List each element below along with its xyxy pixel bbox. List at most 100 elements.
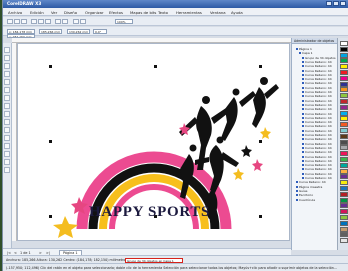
color-swatch[interactable] bbox=[340, 180, 348, 186]
fill-tool-icon[interactable] bbox=[4, 159, 10, 165]
open-folder-icon[interactable] bbox=[14, 19, 20, 24]
menu-ayuda[interactable]: Ayuda bbox=[231, 10, 243, 15]
visibility-checkbox[interactable] bbox=[302, 82, 304, 85]
color-swatch[interactable] bbox=[340, 168, 348, 174]
visibility-checkbox[interactable] bbox=[302, 73, 304, 76]
color-swatch[interactable] bbox=[340, 203, 348, 209]
color-swatch[interactable] bbox=[340, 186, 348, 191]
color-swatch[interactable] bbox=[340, 220, 348, 226]
visibility-checkbox[interactable] bbox=[302, 112, 304, 115]
color-swatch[interactable] bbox=[340, 46, 348, 52]
color-swatch[interactable] bbox=[340, 87, 348, 93]
color-swatch[interactable] bbox=[340, 75, 348, 81]
color-swatch[interactable] bbox=[340, 58, 348, 64]
visibility-checkbox[interactable] bbox=[302, 65, 304, 68]
menu-archivo[interactable]: Archivo bbox=[8, 10, 22, 15]
visibility-checkbox[interactable] bbox=[302, 159, 304, 162]
visibility-checkbox[interactable] bbox=[302, 86, 304, 89]
redo-icon[interactable] bbox=[62, 19, 68, 24]
visibility-checkbox[interactable] bbox=[302, 69, 304, 72]
visibility-checkbox[interactable] bbox=[296, 181, 298, 184]
color-swatch[interactable] bbox=[340, 104, 348, 110]
visibility-checkbox[interactable] bbox=[302, 103, 304, 106]
visibility-checkbox[interactable] bbox=[299, 52, 301, 55]
ellipse-tool-icon[interactable] bbox=[4, 103, 10, 109]
close-button[interactable] bbox=[340, 1, 346, 6]
visibility-checkbox[interactable] bbox=[302, 125, 304, 128]
menu-efectos[interactable]: Efectos bbox=[109, 10, 123, 15]
visibility-checkbox[interactable] bbox=[302, 99, 304, 102]
undo-icon[interactable] bbox=[55, 19, 61, 24]
color-swatch[interactable] bbox=[340, 174, 348, 180]
visibility-checkbox[interactable] bbox=[302, 142, 304, 145]
visibility-checkbox[interactable] bbox=[302, 168, 304, 171]
freehand-tool-icon[interactable] bbox=[4, 79, 10, 85]
maximize-button[interactable] bbox=[333, 1, 339, 6]
color-swatch[interactable] bbox=[340, 64, 348, 70]
color-swatch[interactable] bbox=[340, 128, 348, 133]
eyedropper-icon[interactable] bbox=[4, 143, 10, 149]
visibility-checkbox[interactable] bbox=[302, 78, 304, 81]
interactive-fill-icon[interactable] bbox=[4, 167, 10, 173]
menu-ver[interactable]: Ver bbox=[51, 10, 57, 15]
rotation-field[interactable]: 0,0° bbox=[93, 29, 107, 34]
color-swatch[interactable] bbox=[340, 133, 348, 139]
visibility-checkbox[interactable] bbox=[302, 91, 304, 93]
menu-herramientas[interactable]: Herramientas bbox=[176, 10, 202, 15]
text-tool-icon[interactable] bbox=[4, 127, 10, 133]
visibility-checkbox[interactable] bbox=[302, 134, 304, 136]
visibility-checkbox[interactable] bbox=[302, 138, 304, 141]
menu-diseno[interactable]: Diseño bbox=[64, 10, 77, 15]
visibility-checkbox[interactable] bbox=[302, 116, 304, 119]
color-swatch[interactable] bbox=[340, 122, 348, 128]
paste-icon[interactable] bbox=[45, 19, 51, 24]
color-swatch[interactable] bbox=[340, 209, 348, 215]
outline-tool-icon[interactable] bbox=[4, 151, 10, 157]
menu-edicion[interactable]: Edición bbox=[30, 10, 44, 15]
save-icon[interactable] bbox=[21, 19, 27, 24]
color-swatch[interactable] bbox=[340, 197, 348, 203]
visibility-checkbox[interactable] bbox=[302, 172, 304, 175]
color-swatch[interactable] bbox=[340, 232, 348, 238]
color-swatch[interactable] bbox=[340, 93, 348, 99]
color-swatch[interactable] bbox=[340, 110, 348, 116]
cut-icon[interactable] bbox=[31, 19, 37, 24]
drawing-canvas[interactable]: HAPPY SPORTS bbox=[17, 43, 290, 241]
menu-ventana[interactable]: Ventana bbox=[210, 10, 226, 15]
color-swatch[interactable] bbox=[340, 151, 348, 157]
rectangle-tool-icon[interactable] bbox=[4, 95, 10, 101]
visibility-checkbox[interactable] bbox=[302, 164, 304, 167]
menu-mapas-de-bits[interactable]: Mapas de bits bbox=[130, 10, 156, 15]
smart-fill-icon[interactable] bbox=[4, 87, 10, 93]
color-swatch[interactable] bbox=[340, 70, 348, 75]
visibility-checkbox[interactable] bbox=[302, 121, 304, 124]
export-icon[interactable] bbox=[80, 19, 86, 24]
color-swatch[interactable] bbox=[340, 145, 348, 151]
color-swatch[interactable] bbox=[340, 41, 348, 46]
color-swatch[interactable] bbox=[340, 116, 348, 122]
visibility-checkbox[interactable] bbox=[296, 189, 298, 192]
zoom-tool-icon[interactable] bbox=[4, 71, 10, 77]
menu-organizar[interactable]: Organizar bbox=[85, 10, 104, 15]
color-swatch[interactable] bbox=[340, 99, 348, 104]
crop-tool-icon[interactable] bbox=[4, 63, 10, 69]
visibility-checkbox[interactable] bbox=[302, 129, 304, 132]
color-swatch[interactable] bbox=[340, 215, 348, 220]
menu-texto[interactable]: Texto bbox=[158, 10, 168, 15]
minimize-button[interactable] bbox=[326, 1, 332, 6]
color-swatch[interactable] bbox=[340, 226, 348, 232]
zoom-field[interactable]: 100% bbox=[115, 19, 133, 24]
color-swatch[interactable] bbox=[340, 162, 348, 168]
visibility-checkbox[interactable] bbox=[302, 155, 304, 158]
width-field[interactable]: 185,266 mm bbox=[39, 29, 62, 34]
new-document-icon[interactable] bbox=[7, 19, 13, 24]
visibility-checkbox[interactable] bbox=[296, 185, 298, 188]
basic-shapes-icon[interactable] bbox=[4, 119, 10, 125]
color-swatch[interactable] bbox=[340, 139, 348, 145]
happy-sports-artwork[interactable]: HAPPY SPORTS bbox=[18, 44, 290, 241]
color-swatch[interactable] bbox=[340, 238, 348, 244]
visibility-checkbox[interactable] bbox=[296, 194, 298, 197]
visibility-checkbox[interactable] bbox=[302, 56, 304, 59]
color-swatch[interactable] bbox=[340, 157, 348, 162]
color-swatch[interactable] bbox=[340, 191, 348, 197]
